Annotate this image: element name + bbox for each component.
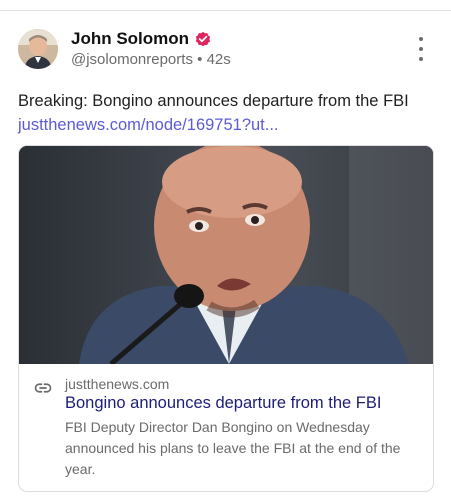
link-icon [34,383,52,393]
card-description: FBI Deputy Director Dan Bongino on Wedne… [65,419,401,477]
card-photo [19,146,433,366]
post-meta: @jsolomonreports • 42s [71,51,231,68]
more-vertical-icon[interactable] [413,37,429,61]
verified-badge-icon [195,31,211,47]
more-dot [419,57,423,61]
card-domain: justthenews.com [65,376,170,392]
post: John Solomon @jsolomonreports • 42s Brea… [0,11,451,500]
avatar[interactable] [18,29,58,69]
card-title[interactable]: Bongino announces departure from the FBI [65,394,381,413]
author-name[interactable]: John Solomon [71,29,189,49]
post-text: Breaking: Bongino announces departure fr… [18,89,438,137]
post-link[interactable]: justthenews.com/node/169751?ut... [18,113,438,137]
post-timestamp[interactable]: 42s [207,51,231,68]
avatar-image [18,29,58,69]
meta-separator: • [197,51,203,68]
card-image [19,146,433,366]
more-dot [419,47,423,51]
link-preview-card[interactable]: justthenews.com Bongino announces depart… [18,145,434,492]
more-dot [419,37,423,41]
author-handle[interactable]: @jsolomonreports [71,51,193,68]
author-row: John Solomon [71,29,212,49]
card-meta: justthenews.com Bongino announces depart… [19,364,433,491]
post-body: Breaking: Bongino announces departure fr… [18,92,409,110]
